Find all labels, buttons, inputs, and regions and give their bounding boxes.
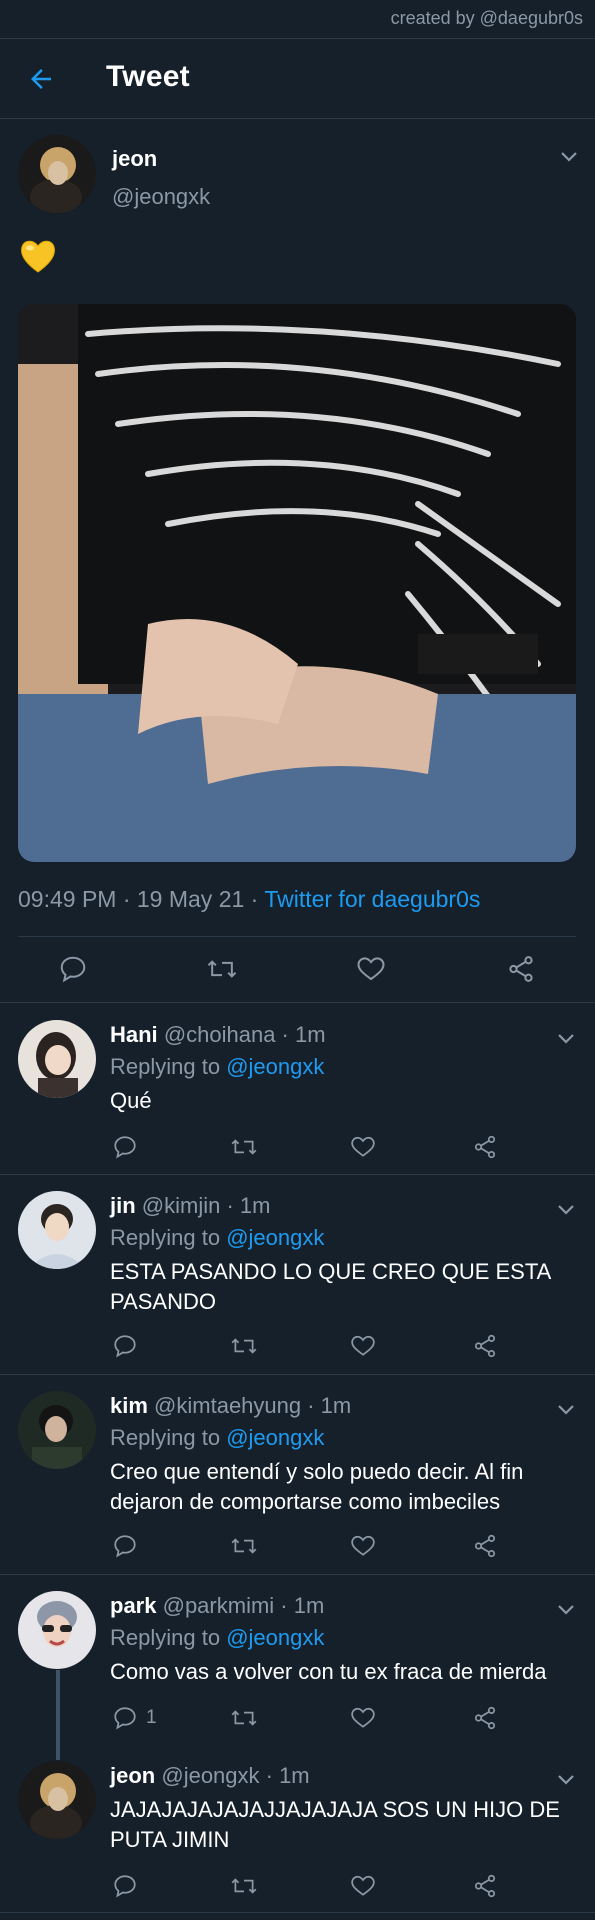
back-arrow-icon[interactable] [26, 64, 56, 94]
heart-icon[interactable] [350, 1873, 376, 1901]
avatar[interactable] [18, 135, 96, 213]
retweet-icon[interactable] [230, 1134, 258, 1162]
reply-author: jeon @jeongxk · 1m [110, 1763, 310, 1789]
author-handle[interactable]: @jeongxk [112, 184, 210, 210]
heart-icon[interactable] [350, 1533, 376, 1561]
replying-label: Replying to [110, 1054, 227, 1079]
replying-to-link[interactable]: @jeongxk [226, 1225, 324, 1250]
heart-icon[interactable] [356, 954, 386, 989]
chevron-down-icon[interactable] [557, 1032, 575, 1044]
reply-handle[interactable]: @choihana · 1m [164, 1022, 326, 1047]
watermark: created by @daegubr0s [390, 8, 583, 28]
avatar[interactable] [18, 1761, 96, 1839]
comment-icon[interactable] [112, 1705, 172, 1731]
replying-to: Replying to @jeongxk [110, 1425, 324, 1451]
avatar[interactable] [18, 1191, 96, 1269]
divider [0, 38, 595, 39]
divider [0, 118, 595, 119]
comment-icon[interactable] [112, 1873, 138, 1901]
comment-button[interactable]: 1 [112, 1705, 172, 1733]
avatar[interactable] [18, 1020, 96, 1098]
replying-to-link[interactable]: @jeongxk [226, 1625, 324, 1650]
yellow-heart-emoji-icon [18, 236, 58, 276]
avatar[interactable] [18, 1391, 96, 1469]
reply-name[interactable]: Hani [110, 1022, 158, 1047]
share-icon[interactable] [472, 1333, 498, 1361]
reply-handle[interactable]: @kimjin · 1m [142, 1193, 271, 1218]
chevron-down-icon[interactable] [560, 150, 578, 162]
source-link[interactable]: Twitter for daegubr0s [264, 886, 480, 912]
reply-text: Qué [110, 1088, 152, 1113]
reply-count: 1 [146, 1707, 157, 1728]
avatar[interactable] [18, 1591, 96, 1669]
share-icon[interactable] [472, 1873, 498, 1901]
reply-tweet[interactable]: Hani @choihana · 1m Replying to @jeongxk… [0, 1004, 595, 1174]
retweet-icon[interactable] [206, 954, 238, 989]
replying-label: Replying to [110, 1425, 227, 1450]
comment-icon[interactable] [112, 1333, 138, 1361]
reply-handle[interactable]: @parkmimi · 1m [163, 1593, 325, 1618]
author-name[interactable]: jeon [112, 146, 157, 172]
comment-icon[interactable] [112, 1533, 138, 1561]
retweet-icon[interactable] [230, 1333, 258, 1361]
timestamp: 09:49 PM · 19 May 21 · [18, 886, 265, 912]
share-icon[interactable] [472, 1705, 498, 1733]
reply-handle[interactable]: @kimtaehyung · 1m [154, 1393, 351, 1418]
chevron-down-icon[interactable] [557, 1773, 575, 1785]
reply-author: Hani @choihana · 1m [110, 1022, 326, 1048]
reply-name[interactable]: park [110, 1593, 156, 1618]
replying-to: Replying to @jeongxk [110, 1625, 324, 1651]
reply-author: kim @kimtaehyung · 1m [110, 1393, 351, 1419]
replying-to-link[interactable]: @jeongxk [226, 1425, 324, 1450]
reply-tweet[interactable]: park @parkmimi · 1m Replying to @jeongxk… [0, 1575, 595, 1745]
share-icon[interactable] [472, 1533, 498, 1561]
reply-tweet[interactable]: jeon @jeongxk · 1m JAJAJAJAJAJAJJAJAJAJA… [0, 1745, 595, 1915]
reply-text: JAJAJAJAJAJAJJAJAJAJA SOS UN HIJO DE PUT… [110, 1797, 560, 1852]
reply-text: Como vas a volver con tu ex fraca de mie… [110, 1659, 547, 1684]
share-icon[interactable] [506, 954, 536, 989]
replying-label: Replying to [110, 1625, 227, 1650]
chevron-down-icon[interactable] [557, 1203, 575, 1215]
heart-icon[interactable] [350, 1134, 376, 1162]
share-icon[interactable] [472, 1134, 498, 1162]
tweet-actions [0, 936, 595, 1002]
reply-author: jin @kimjin · 1m [110, 1193, 270, 1219]
chevron-down-icon[interactable] [557, 1403, 575, 1415]
comment-icon[interactable] [112, 1134, 138, 1162]
heart-icon[interactable] [350, 1705, 376, 1733]
comment-icon[interactable] [58, 954, 88, 989]
replying-to: Replying to @jeongxk [110, 1054, 324, 1080]
page-title: Tweet [106, 60, 190, 93]
reply-name[interactable]: jin [110, 1193, 136, 1218]
divider [0, 1002, 595, 1003]
retweet-icon[interactable] [230, 1705, 258, 1733]
reply-text: Creo que entendí y solo puedo decir. Al … [110, 1459, 524, 1514]
tweet-photo[interactable] [18, 304, 576, 862]
reply-text: ESTA PASANDO LO QUE CREO QUE ESTA PASAND… [110, 1259, 551, 1314]
heart-icon[interactable] [350, 1333, 376, 1361]
reply-tweet[interactable]: jin @kimjin · 1m Replying to @jeongxk ES… [0, 1175, 595, 1375]
replying-label: Replying to [110, 1225, 227, 1250]
reply-handle[interactable]: @jeongxk · 1m [161, 1763, 309, 1788]
reply-name[interactable]: kim [110, 1393, 148, 1418]
reply-tweet[interactable]: kim @kimtaehyung · 1m Replying to @jeong… [0, 1375, 595, 1575]
retweet-icon[interactable] [230, 1873, 258, 1901]
replying-to-link[interactable]: @jeongxk [226, 1054, 324, 1079]
divider [0, 1912, 595, 1913]
chevron-down-icon[interactable] [557, 1603, 575, 1615]
tweet-meta: 09:49 PM · 19 May 21 · Twitter for daegu… [18, 886, 480, 913]
header: Tweet [0, 40, 595, 118]
reply-name[interactable]: jeon [110, 1763, 155, 1788]
reply-author: park @parkmimi · 1m [110, 1593, 324, 1619]
retweet-icon[interactable] [230, 1533, 258, 1561]
replying-to: Replying to @jeongxk [110, 1225, 324, 1251]
